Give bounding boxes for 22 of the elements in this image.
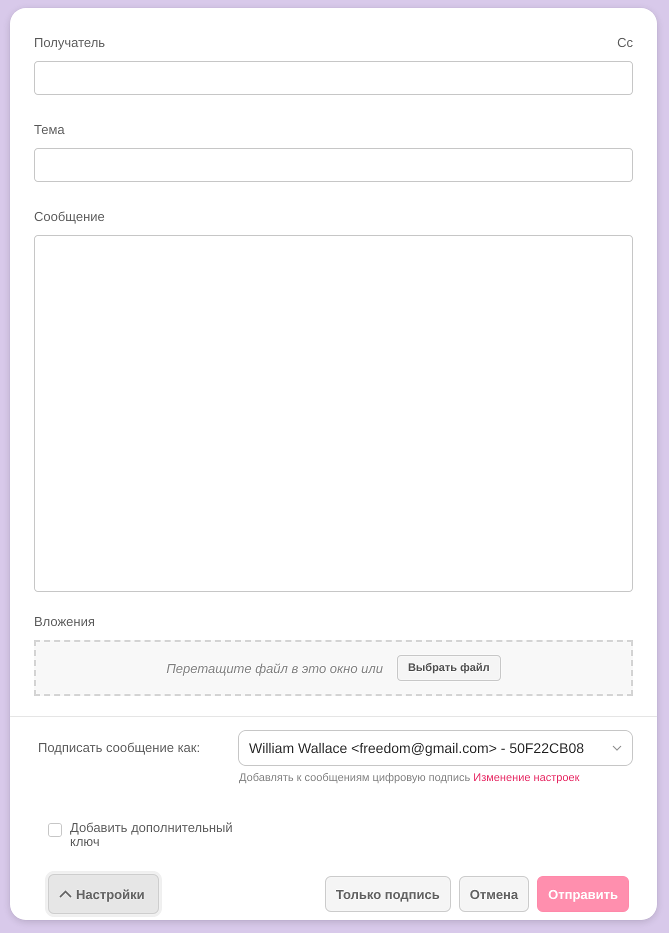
checkbox[interactable] (48, 823, 62, 837)
signature-note: Добавлять к сообщениям цифровую подпись Изменение настроек (238, 772, 580, 784)
signature-select[interactable]: William Wallace <freedom@gmail.com> - 50F22CB08 (238, 730, 633, 766)
field-label: Подписать сообщение как: (38, 739, 202, 757)
field-label: Получатель (34, 35, 106, 51)
field-label: Сообщение (34, 209, 105, 225)
cc-link[interactable]: Cc (617, 35, 633, 51)
chevron-down-icon (612, 745, 622, 751)
action-button[interactable]: Отмена (458, 876, 530, 912)
chevron-up-icon (59, 890, 72, 898)
drop-hint: Перетащите файл в это окно или (166, 660, 383, 676)
message-field[interactable] (34, 235, 633, 592)
settings-link[interactable]: Изменение настроек (473, 772, 580, 784)
choose-file-button[interactable]: Выбрать файл (396, 655, 501, 681)
subject-field[interactable] (34, 148, 633, 182)
action-button[interactable]: Только подпись (324, 876, 451, 912)
settings-button[interactable]: Настройки (48, 874, 159, 914)
drop-zone[interactable]: Перетащите файл в это окно или Выбрать файл (34, 640, 633, 696)
checkbox-label: Добавить дополнительный ключ (70, 821, 234, 849)
field-label: Вложения (34, 614, 95, 630)
field-label: Тема (34, 122, 65, 138)
recipient-field[interactable] (34, 61, 633, 95)
